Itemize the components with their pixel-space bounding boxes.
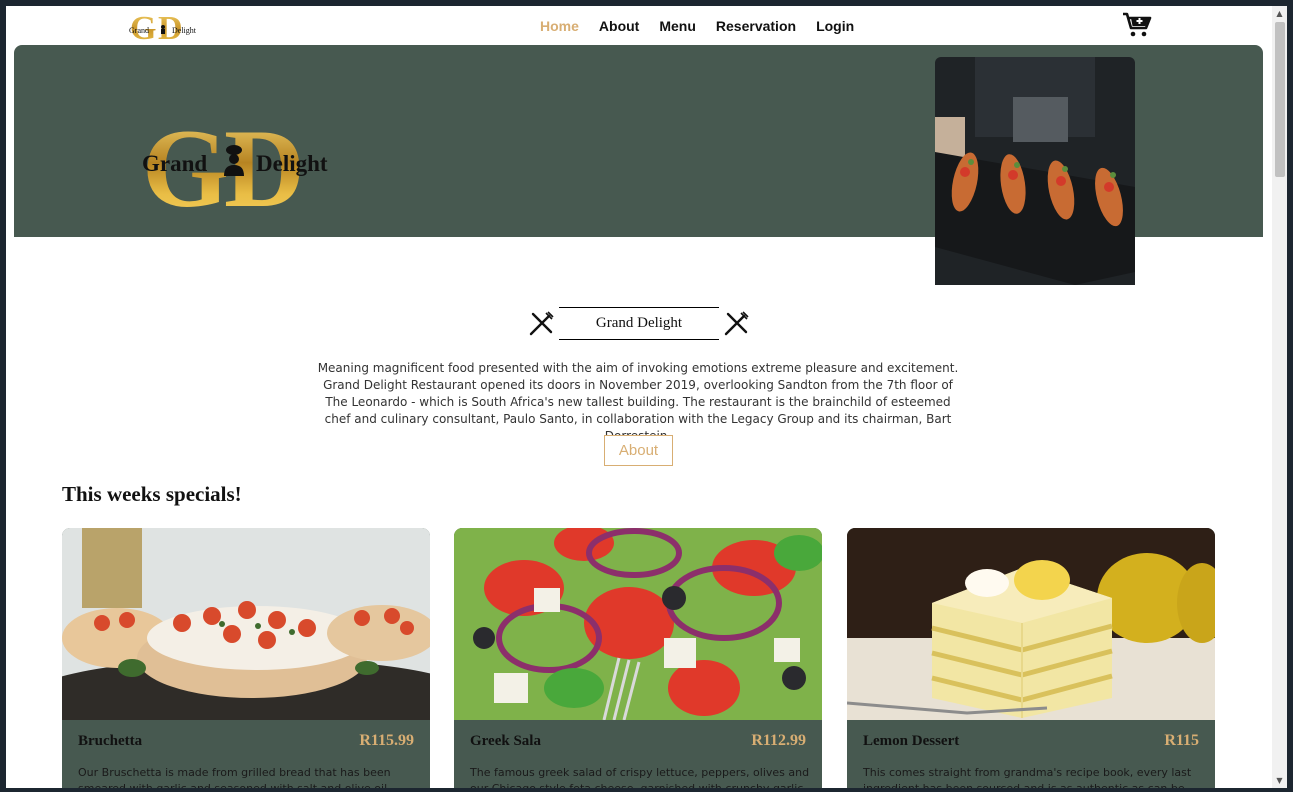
special-price: R115.99 [359, 732, 414, 749]
special-price: R112.99 [751, 732, 806, 749]
nav-logo-text-left: Grand [129, 26, 149, 35]
eclairs-on-slate-photo [935, 57, 1135, 285]
lemon-cake-photo [847, 528, 1215, 720]
special-name: Greek Sala [470, 733, 541, 749]
special-card[interactable]: Lemon Dessert R115 This comes straight f… [847, 528, 1215, 788]
nav-link-menu[interactable]: Menu [659, 18, 696, 34]
browser-viewport: G D Grand Delight Home About Menu Reserv… [6, 6, 1287, 788]
scroll-down-icon[interactable]: ▼ [1272, 773, 1287, 788]
special-name: Lemon Dessert [863, 733, 960, 749]
cutlery-icon [724, 311, 749, 336]
nav-link-login[interactable]: Login [816, 18, 854, 34]
hero-logo-text-right: Delight [256, 151, 328, 176]
cutlery-icon [529, 311, 554, 336]
scroll-up-icon[interactable]: ▲ [1272, 6, 1287, 21]
cart-add-icon[interactable] [1122, 12, 1152, 38]
top-navbar: G D Grand Delight Home About Menu Reserv… [6, 6, 1272, 46]
section-title-label: Grand Delight [559, 307, 719, 340]
nav-logo-text-right: Delight [172, 26, 197, 35]
nav-links: Home About Menu Reservation Login [540, 18, 854, 34]
nav-link-about[interactable]: About [599, 18, 639, 34]
section-title: Grand Delight [526, 306, 751, 342]
special-description: The famous greek salad of crispy lettuce… [470, 766, 810, 788]
intro-paragraph: Meaning magnificent food presented with … [317, 361, 959, 443]
greek-salad-photo [454, 528, 822, 720]
scrollbar-thumb[interactable] [1275, 22, 1285, 177]
special-card[interactable]: Bruchetta R115.99 Our Bruschetta is made… [62, 528, 430, 788]
vertical-scrollbar[interactable]: ▲ ▼ [1272, 6, 1287, 788]
nav-link-home[interactable]: Home [540, 18, 579, 34]
nav-link-reservation[interactable]: Reservation [716, 18, 796, 34]
special-card[interactable]: Greek Sala R112.99 The famous greek sala… [454, 528, 822, 788]
special-description: Our Bruschetta is made from grilled brea… [78, 766, 391, 788]
special-description: This comes straight from grandma's recip… [863, 766, 1192, 788]
hero-logo: G D Grand Delight [142, 119, 328, 211]
nav-logo[interactable]: G D Grand Delight [128, 10, 204, 42]
special-name: Bruchetta [78, 733, 143, 749]
hero-logo-text-left: Grand [142, 151, 207, 176]
about-button[interactable]: About [604, 435, 673, 466]
specials-heading: This weeks specials! [62, 482, 242, 506]
bruschetta-photo [62, 528, 430, 720]
special-price: R115 [1164, 732, 1199, 749]
